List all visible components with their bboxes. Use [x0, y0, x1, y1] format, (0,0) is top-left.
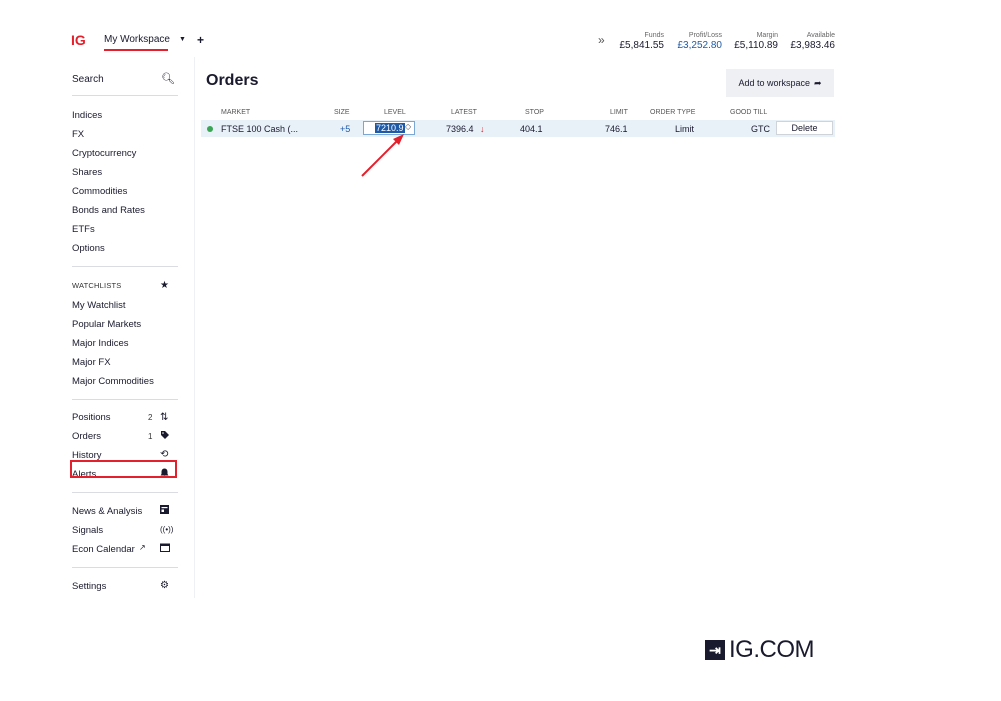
- ig-brand-footer: ⇥ IG.COM: [705, 636, 815, 664]
- brand-text: IG.COM: [729, 636, 815, 663]
- brand-arrow-icon: ⇥: [705, 640, 725, 660]
- annotation-arrow: [361, 134, 404, 177]
